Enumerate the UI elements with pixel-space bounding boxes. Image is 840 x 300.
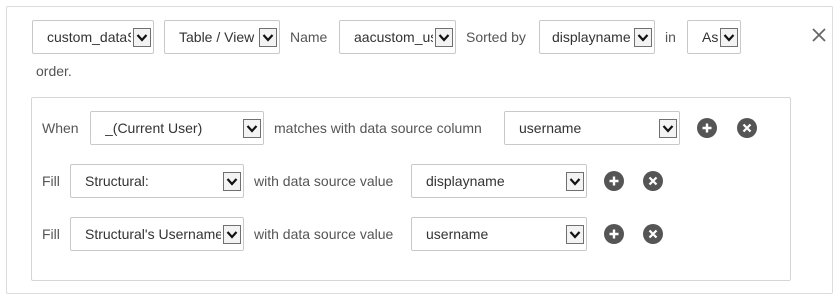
plus-circle-icon[interactable] (697, 118, 717, 138)
when-user-value: _(Current User) (105, 120, 203, 136)
chevron-down-icon (259, 28, 277, 47)
fill-value-select[interactable]: displayname (411, 164, 587, 198)
data-source-select[interactable]: custom_dataS (32, 20, 154, 54)
sort-field-select[interactable]: displayname (539, 20, 655, 54)
chevron-down-icon (223, 225, 241, 244)
name-value: aacustom_us (354, 29, 433, 45)
chevron-down-icon (435, 28, 453, 47)
chevron-down-icon (659, 119, 677, 138)
in-label: in (665, 29, 676, 45)
when-middle-text: matches with data source column (274, 120, 482, 136)
close-icon[interactable] (809, 25, 829, 45)
chevron-down-icon (720, 28, 738, 47)
chevron-down-icon (566, 172, 584, 191)
x-circle-icon[interactable] (737, 118, 757, 138)
x-circle-icon[interactable] (643, 171, 663, 191)
x-circle-icon[interactable] (643, 224, 663, 244)
when-user-select[interactable]: _(Current User) (90, 111, 264, 145)
fill-field-select[interactable]: Structural's Username (70, 217, 244, 251)
sort-order-value: As (702, 29, 718, 45)
chevron-down-icon (133, 28, 151, 47)
when-column-select[interactable]: username (504, 111, 680, 145)
fill-value-value: username (426, 226, 489, 242)
fill-field-value: Structural's Username (85, 226, 221, 242)
when-label: When (42, 120, 79, 136)
plus-circle-icon[interactable] (604, 171, 624, 191)
fill-value-value: displayname (426, 173, 505, 189)
fill-label: Fill (42, 226, 60, 242)
when-column-value: username (519, 120, 582, 136)
chevron-down-icon (566, 225, 584, 244)
chevron-down-icon (634, 28, 652, 47)
fill-field-select[interactable]: Structural: (70, 164, 244, 198)
rules-box: When _(Current User) matches with data s… (31, 97, 791, 281)
object-type-value: Table / View (179, 29, 255, 45)
sort-field-value: displayname (552, 29, 631, 45)
object-type-select[interactable]: Table / View (164, 20, 280, 54)
order-label: order. (36, 63, 72, 79)
chevron-down-icon (243, 119, 261, 138)
plus-circle-icon[interactable] (604, 224, 624, 244)
sorted-by-label: Sorted by (466, 29, 526, 45)
name-label: Name (290, 29, 328, 45)
data-source-value: custom_dataS (47, 29, 131, 45)
name-select[interactable]: aacustom_us (339, 20, 456, 54)
fill-middle-text: with data source value (254, 226, 394, 242)
fill-field-value: Structural: (85, 173, 149, 189)
fill-label: Fill (42, 173, 60, 189)
chevron-down-icon (223, 172, 241, 191)
sort-order-select[interactable]: As (687, 20, 741, 54)
fill-middle-text: with data source value (254, 173, 394, 189)
fill-value-select[interactable]: username (411, 217, 587, 251)
